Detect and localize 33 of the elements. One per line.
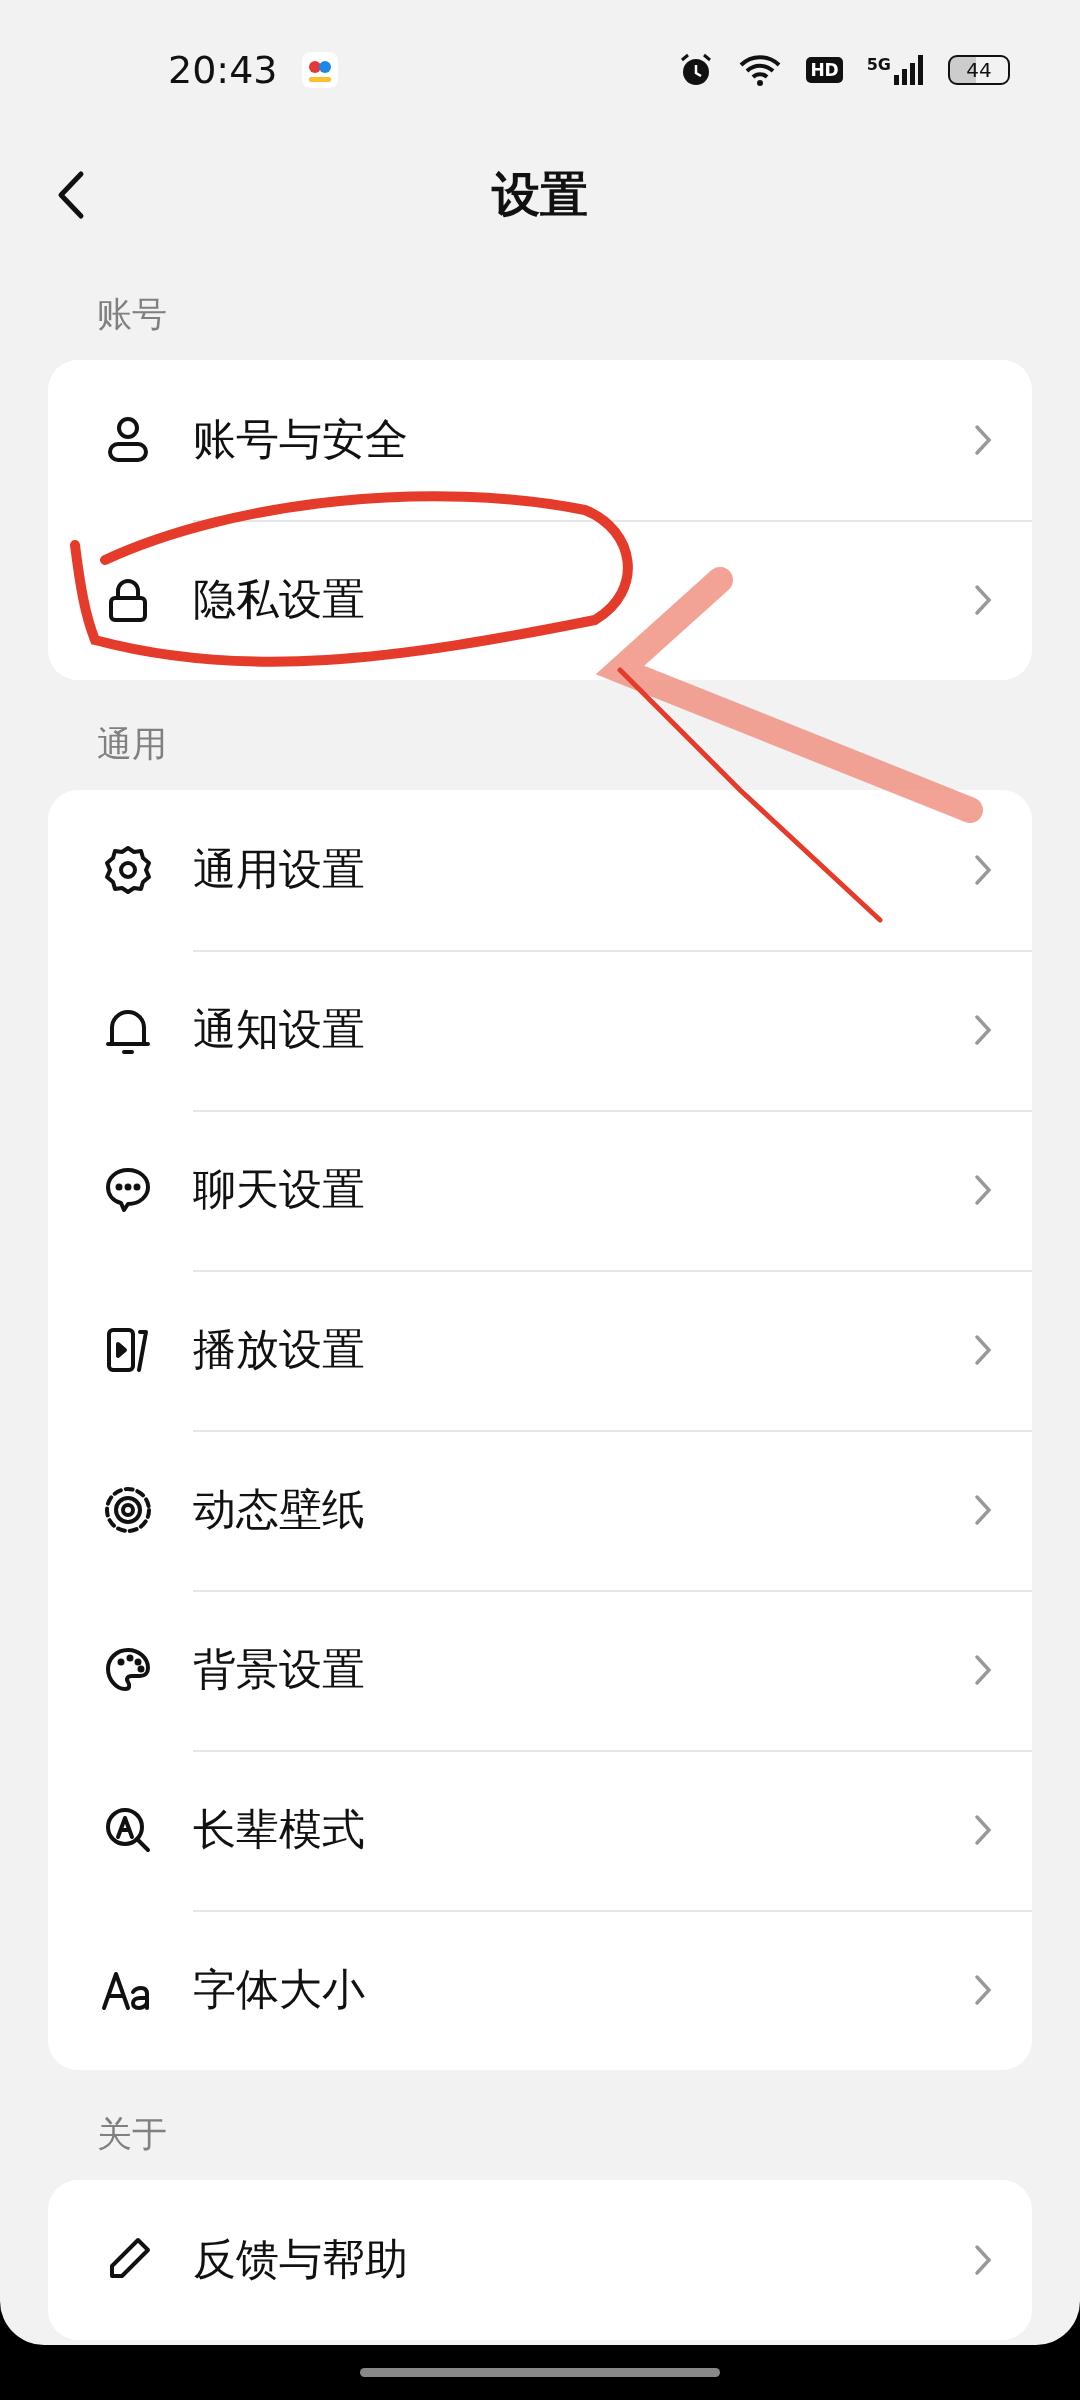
settings-row[interactable]: 背景设置 (48, 1590, 1032, 1750)
settings-row[interactable]: 隐私设置 (48, 520, 1032, 680)
settings-row[interactable]: 播放设置 (48, 1270, 1032, 1430)
chevron-right-icon (974, 1334, 992, 1366)
section-label: 关于 (97, 2113, 167, 2156)
status-time: 20:43 (168, 48, 278, 92)
chevron-right-icon (974, 1174, 992, 1206)
settings-row[interactable]: 长辈模式 (48, 1750, 1032, 1910)
network-type: 5G (866, 55, 891, 74)
settings-row[interactable]: 动态壁纸 (48, 1430, 1032, 1590)
signal-icon (894, 55, 924, 85)
settings-row[interactable]: 字体大小 (48, 1910, 1032, 2070)
battery-indicator: 44 (948, 55, 1010, 85)
chevron-right-icon (974, 1014, 992, 1046)
section-label: 通用 (97, 723, 167, 766)
settings-row[interactable]: 反馈与帮助 (48, 2180, 1032, 2340)
section-label: 账号 (97, 293, 167, 336)
settings-row[interactable]: 通知设置 (48, 950, 1032, 1110)
chevron-right-icon (974, 2244, 992, 2276)
chevron-right-icon (974, 1974, 992, 2006)
settings-row[interactable]: 通用设置 (48, 790, 1032, 950)
chevron-right-icon (974, 1814, 992, 1846)
app-notification-icon (301, 52, 338, 88)
hd-badge: HD (806, 57, 843, 83)
chevron-right-icon (974, 1494, 992, 1526)
chevron-right-icon (974, 584, 992, 616)
settings-row[interactable]: 账号与安全 (48, 360, 1032, 520)
wifi-icon (738, 53, 783, 87)
settings-row[interactable]: 聊天设置 (48, 1110, 1032, 1270)
chevron-right-icon (974, 424, 992, 456)
chevron-right-icon (974, 1654, 992, 1686)
page-title: 设置 (492, 165, 588, 224)
chevron-right-icon (974, 854, 992, 886)
